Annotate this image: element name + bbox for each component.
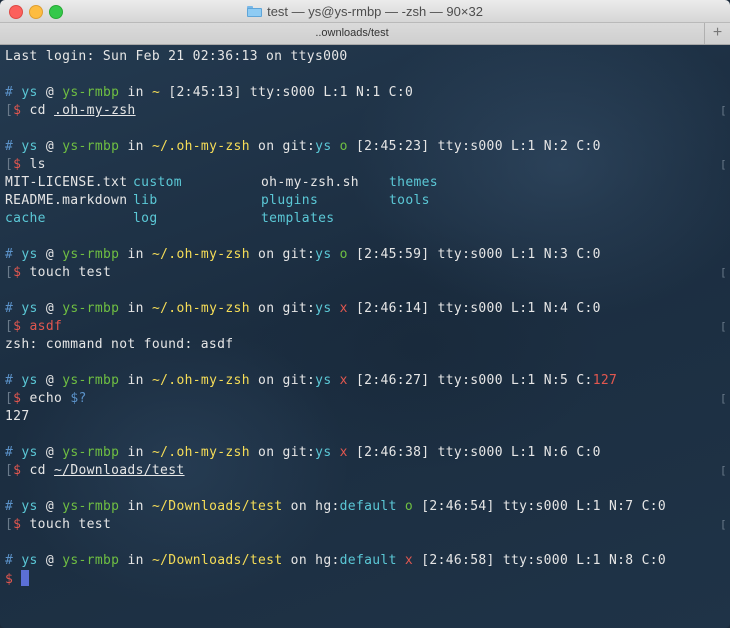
terminal-window: test — ys@ys-rmbp — -zsh — 90×32 ..ownlo… [0, 0, 730, 628]
new-tab-button[interactable]: + [704, 23, 730, 44]
line-marker: [ [720, 158, 727, 171]
command-line: [$ cd .oh-my-zsh [5, 103, 136, 118]
command-line: [$ asdf [5, 319, 63, 334]
prompt-line: # ys @ ys-rmbp in ~/.oh-my-zsh on git:ys… [5, 301, 601, 316]
prompt-line: # ys @ ys-rmbp in ~/Downloads/test on hg… [5, 553, 667, 568]
prompt-line: # ys @ ys-rmbp in ~/.oh-my-zsh on git:ys… [5, 373, 618, 388]
line-marker: [ [720, 104, 727, 117]
text-cursor [21, 570, 30, 586]
active-command-line[interactable]: $ [5, 570, 30, 588]
command-line: [$ touch test [5, 517, 112, 532]
prompt-line: # ys @ ys-rmbp in ~/.oh-my-zsh on git:ys… [5, 139, 601, 154]
ls-entry: lib [133, 193, 158, 208]
ls-entry: MIT-LICENSE.txt [5, 175, 128, 190]
prompt-line: # ys @ ys-rmbp in ~/Downloads/test on hg… [5, 499, 667, 514]
command-line: [$ cd ~/Downloads/test [5, 463, 185, 478]
ls-entry: plugins [261, 193, 319, 208]
command-line: [$ ls [5, 157, 46, 172]
line-marker: [ [720, 266, 727, 279]
ls-entry: themes [389, 175, 438, 190]
last-login-line: Last login: Sun Feb 21 02:36:13 on ttys0… [5, 49, 348, 64]
line-marker: [ [720, 518, 727, 531]
ls-entry: tools [389, 193, 430, 208]
folder-icon [247, 5, 263, 17]
line-marker: [ [720, 464, 727, 477]
command-line: [$ touch test [5, 265, 112, 280]
window-title: test — ys@ys-rmbp — -zsh — 90×32 [267, 3, 483, 19]
echo-output: 127 [5, 409, 30, 424]
prompt-line: # ys @ ys-rmbp in ~/.oh-my-zsh on git:ys… [5, 445, 601, 460]
ls-entry: custom [133, 175, 182, 190]
tab-downloads-test[interactable]: ..ownloads/test [0, 23, 704, 44]
line-marker: [ [720, 320, 727, 333]
ls-entry: README.markdown [5, 193, 128, 208]
prompt-line: # ys @ ys-rmbp in ~ [2:45:13] tty:s000 L… [5, 85, 414, 100]
error-output: zsh: command not found: asdf [5, 337, 234, 352]
prompt-line: # ys @ ys-rmbp in ~/.oh-my-zsh on git:ys… [5, 247, 601, 262]
ls-entry: templates [261, 211, 335, 226]
terminal-content[interactable]: Last login: Sun Feb 21 02:36:13 on ttys0… [0, 45, 730, 628]
window-title-wrap: test — ys@ys-rmbp — -zsh — 90×32 [0, 0, 730, 22]
line-marker: [ [720, 392, 727, 405]
title-bar: test — ys@ys-rmbp — -zsh — 90×32 [0, 0, 730, 23]
ls-entry: log [133, 211, 158, 226]
ls-entry: cache [5, 211, 46, 226]
command-line: [$ echo $? [5, 391, 87, 406]
tab-bar: ..ownloads/test + [0, 23, 730, 45]
ls-entry: oh-my-zsh.sh [261, 175, 359, 190]
